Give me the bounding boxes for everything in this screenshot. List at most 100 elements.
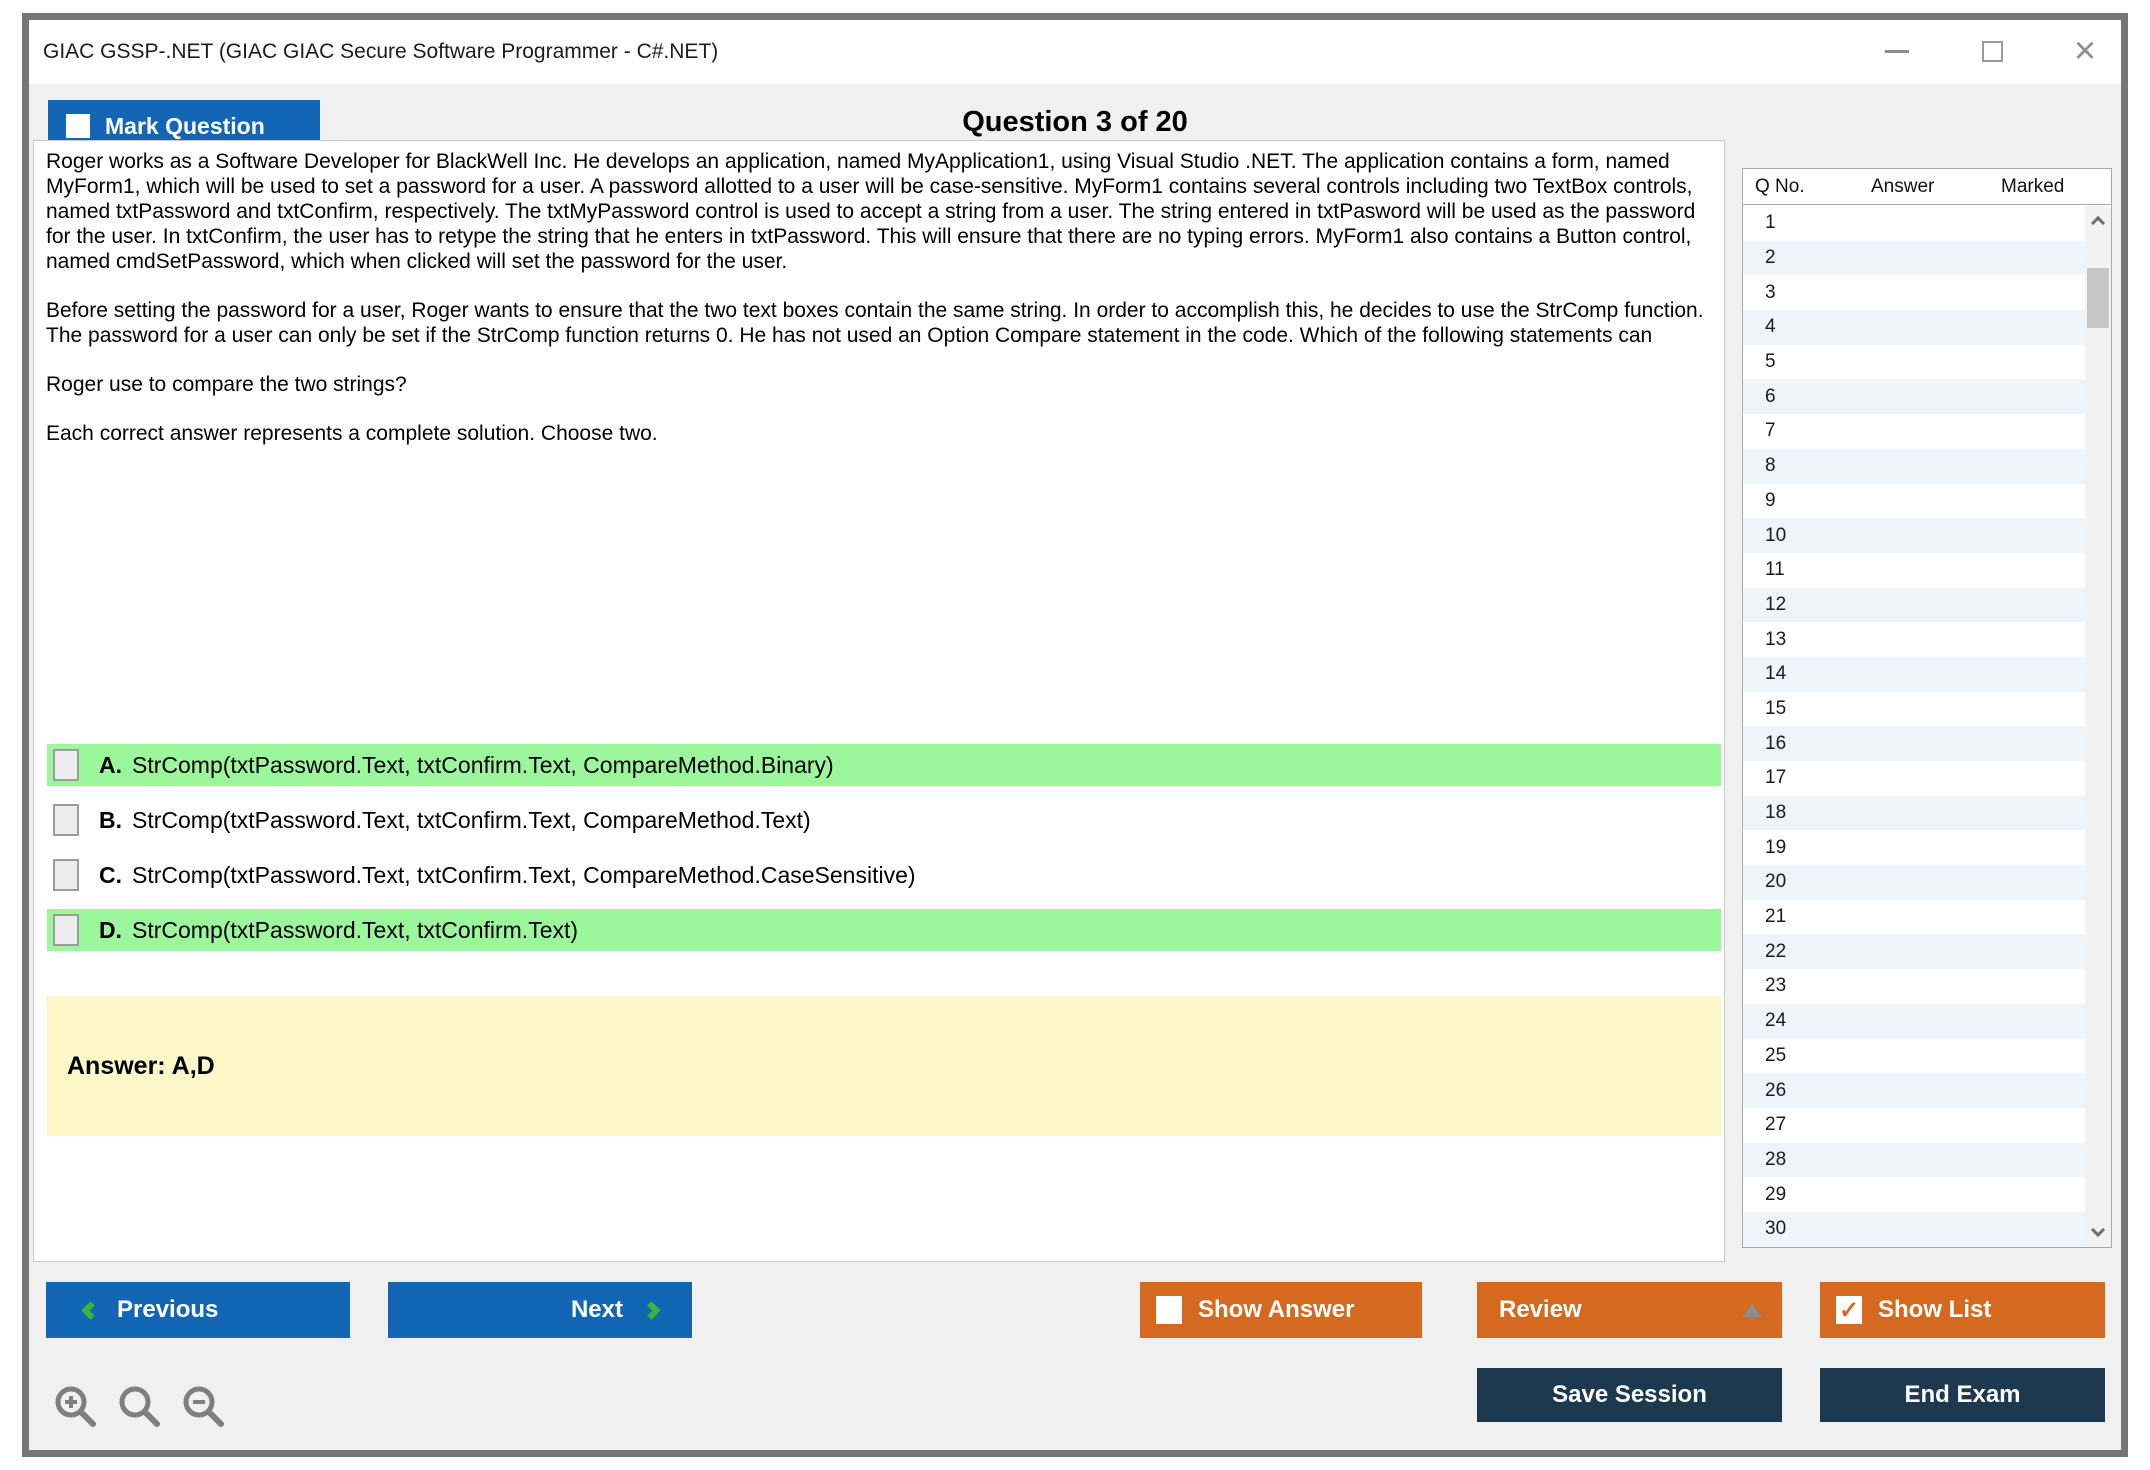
column-marked: Marked (2001, 176, 2064, 198)
question-number: 6 (1765, 386, 1776, 408)
question-list-row[interactable]: 14 (1743, 657, 2085, 692)
question-number: 17 (1765, 767, 1786, 789)
question-list-row[interactable]: 26 (1743, 1073, 2085, 1108)
option-checkbox[interactable] (53, 804, 79, 836)
next-button[interactable]: Next (388, 1282, 692, 1338)
close-icon: × (2074, 32, 2096, 70)
question-list-row[interactable]: 7 (1743, 414, 2085, 449)
question-list-row[interactable]: 11 (1743, 553, 2085, 588)
answer-label: Answer: A,D (67, 1052, 215, 1081)
question-list-row[interactable]: 25 (1743, 1039, 2085, 1074)
question-paragraph: Roger works as a Software Developer for … (46, 149, 1710, 274)
question-list-row[interactable]: 29 (1743, 1177, 2085, 1212)
question-paragraph: Before setting the password for a user, … (46, 298, 1710, 348)
show-list-checkbox[interactable]: ✓ (1836, 1296, 1862, 1324)
previous-label: Previous (117, 1296, 218, 1324)
question-list-row[interactable]: 30 (1743, 1212, 2085, 1247)
triangle-up-icon (1742, 1304, 1762, 1317)
review-button[interactable]: Review (1477, 1282, 1782, 1338)
question-number: 2 (1765, 247, 1776, 269)
question-list-panel: Q No. Answer Marked 12345678910111213141… (1742, 168, 2112, 1248)
close-button[interactable]: × (2053, 28, 2117, 74)
question-number: 4 (1765, 316, 1776, 338)
question-number: 5 (1765, 351, 1776, 373)
question-number: 18 (1765, 802, 1786, 824)
option-letter: C. (99, 862, 122, 889)
question-paragraph: Each correct answer represents a complet… (46, 421, 1710, 446)
option-checkbox[interactable] (53, 859, 79, 891)
question-number: 7 (1765, 420, 1776, 442)
question-list-row[interactable]: 16 (1743, 726, 2085, 761)
question-list-row[interactable]: 6 (1743, 379, 2085, 414)
chevron-down-icon (2091, 1223, 2105, 1237)
question-list-row[interactable]: 9 (1743, 484, 2085, 519)
question-panel: Roger works as a Software Developer for … (33, 140, 1725, 1262)
question-list-row[interactable]: 21 (1743, 900, 2085, 935)
question-number: 20 (1765, 871, 1786, 893)
question-paragraph: Roger use to compare the two strings? (46, 372, 1710, 397)
question-number: 15 (1765, 698, 1786, 720)
question-number: 13 (1765, 629, 1786, 651)
question-number: 28 (1765, 1149, 1786, 1171)
option-checkbox[interactable] (53, 914, 79, 946)
zoom-out-icon[interactable] (181, 1384, 227, 1430)
column-answer: Answer (1871, 176, 1934, 198)
question-counter: Question 3 of 20 (29, 106, 2121, 139)
question-number: 10 (1765, 525, 1786, 547)
question-number: 27 (1765, 1114, 1786, 1136)
option-text: StrComp(txtPassword.Text, txtConfirm.Tex… (132, 917, 578, 944)
question-list-row[interactable]: 3 (1743, 275, 2085, 310)
question-number: 11 (1765, 559, 1785, 581)
question-list-row[interactable]: 13 (1743, 622, 2085, 657)
answer-option[interactable]: D. StrComp(txtPassword.Text, txtConfirm.T… (47, 909, 1721, 951)
question-list-row[interactable]: 22 (1743, 934, 2085, 969)
scroll-up-button[interactable] (2085, 206, 2111, 236)
minimize-button[interactable] (1865, 28, 1929, 74)
question-list-header: Q No. Answer Marked (1743, 169, 2111, 205)
option-letter: B. (99, 807, 122, 834)
maximize-button[interactable] (1960, 28, 2024, 74)
question-list-row[interactable]: 2 (1743, 241, 2085, 276)
question-list-row[interactable]: 1 (1743, 206, 2085, 241)
zoom-in-icon[interactable] (53, 1384, 99, 1430)
question-list-row[interactable]: 24 (1743, 1004, 2085, 1039)
question-list-row[interactable]: 12 (1743, 588, 2085, 623)
question-list-row[interactable]: 23 (1743, 969, 2085, 1004)
end-exam-button[interactable]: End Exam (1820, 1368, 2105, 1422)
question-list-row[interactable]: 28 (1743, 1143, 2085, 1178)
zoom-reset-icon[interactable] (117, 1384, 163, 1430)
question-number: 23 (1765, 975, 1786, 997)
answer-option[interactable]: C.StrComp(txtPassword.Text, txtConfirm.T… (47, 854, 1721, 896)
question-number: 29 (1765, 1184, 1786, 1206)
question-number: 22 (1765, 941, 1786, 963)
title-bar: GIAC GSSP-.NET (GIAC GIAC Secure Softwar… (29, 20, 2121, 84)
question-list-row[interactable]: 17 (1743, 761, 2085, 796)
maximize-icon (1982, 41, 2003, 62)
question-list-row[interactable]: 19 (1743, 830, 2085, 865)
answer-option[interactable]: B.StrComp(txtPassword.Text, txtConfirm.T… (47, 799, 1721, 841)
question-list-row[interactable]: 18 (1743, 796, 2085, 831)
scrollbar-thumb[interactable] (2087, 268, 2109, 328)
show-list-button[interactable]: ✓ Show List (1820, 1282, 2105, 1338)
question-list-row[interactable]: 10 (1743, 518, 2085, 553)
question-list-row[interactable]: 27 (1743, 1108, 2085, 1143)
question-list-row[interactable]: 8 (1743, 449, 2085, 484)
question-number: 16 (1765, 733, 1786, 755)
question-list-row[interactable]: 5 (1743, 345, 2085, 380)
question-number: 19 (1765, 837, 1786, 859)
chevron-right-icon (642, 1301, 660, 1319)
save-session-button[interactable]: Save Session (1477, 1368, 1782, 1422)
question-list-row[interactable]: 20 (1743, 865, 2085, 900)
show-answer-checkbox[interactable] (1156, 1296, 1182, 1324)
option-letter: A. (99, 752, 122, 779)
show-answer-button[interactable]: Show Answer (1140, 1282, 1422, 1338)
option-text: StrComp(txtPassword.Text, txtConfirm.Tex… (132, 752, 834, 779)
question-list-scrollbar[interactable] (2085, 206, 2111, 1247)
answer-option[interactable]: A. StrComp(txtPassword.Text, txtConfirm.T… (47, 744, 1721, 786)
previous-button[interactable]: Previous (46, 1282, 350, 1338)
question-list-row[interactable]: 15 (1743, 692, 2085, 727)
question-list-row[interactable]: 4 (1743, 310, 2085, 345)
scroll-down-button[interactable] (2085, 1217, 2111, 1247)
option-checkbox[interactable] (53, 749, 79, 781)
option-letter: D. (99, 917, 122, 944)
